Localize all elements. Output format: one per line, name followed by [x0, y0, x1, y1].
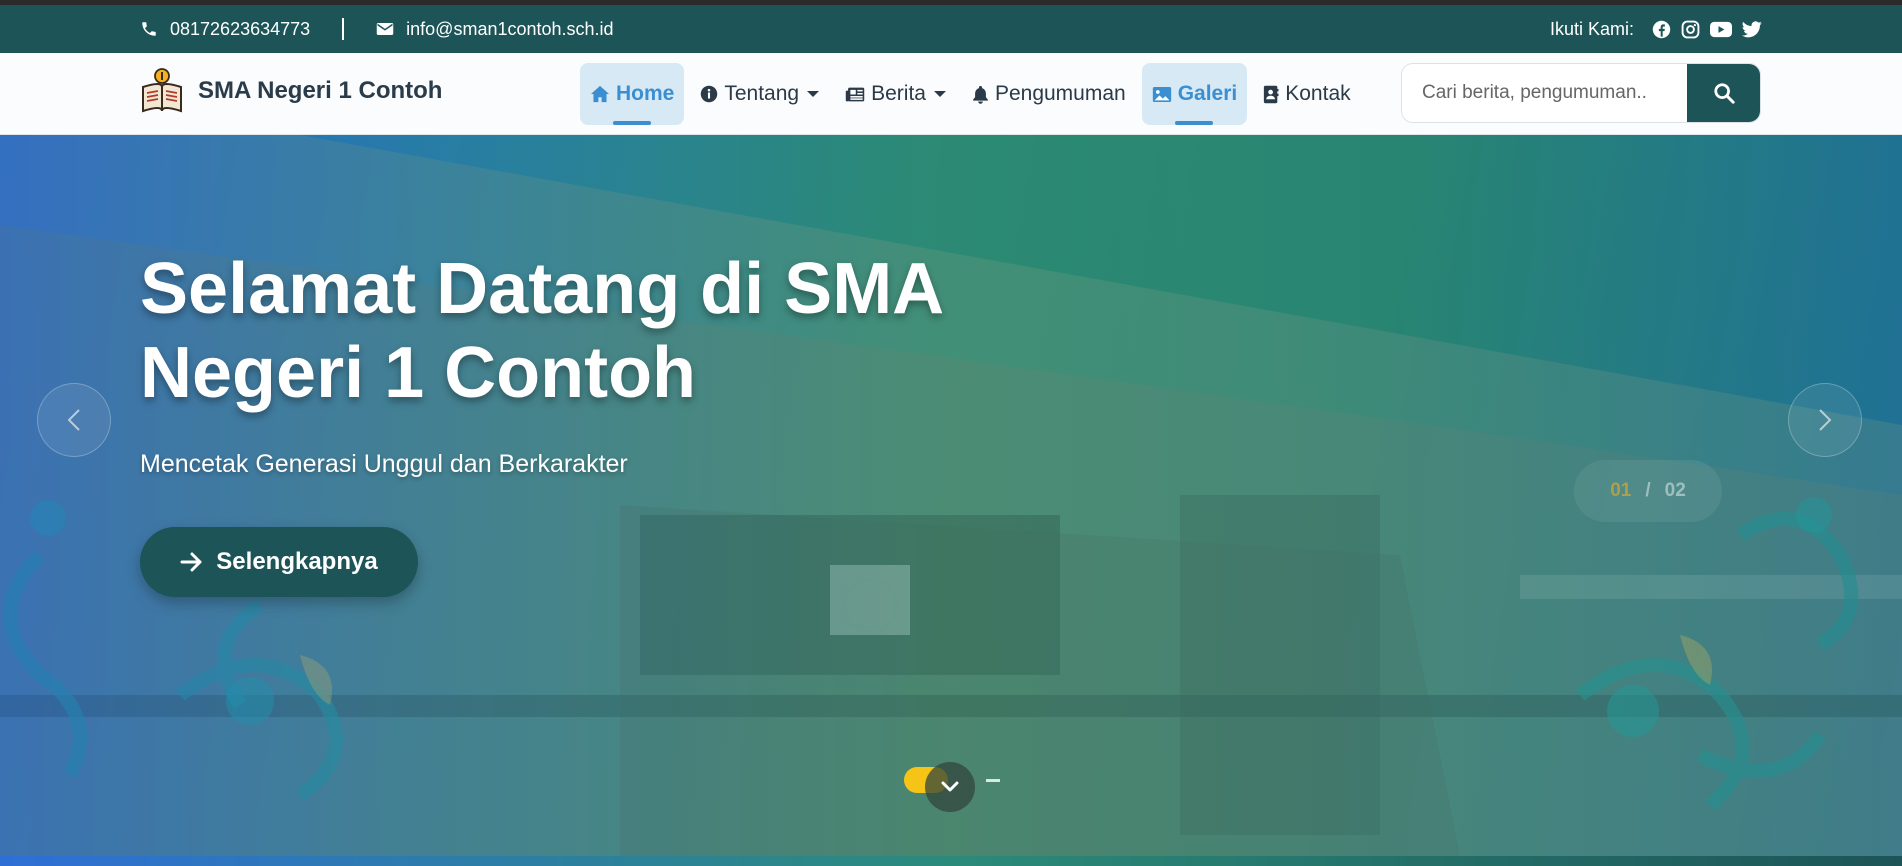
scroll-down-button[interactable]	[925, 762, 975, 812]
divider	[342, 18, 345, 40]
nav-item-tentang[interactable]: Tentang	[690, 63, 829, 125]
top-info-bar: 08172623634773 info@sman1contoh.sch.id I…	[0, 5, 1902, 53]
school-logo-icon	[140, 67, 184, 115]
search-button[interactable]	[1687, 64, 1760, 122]
search-input[interactable]	[1402, 64, 1687, 122]
brand-name: SMA Negeri 1 Contoh	[198, 77, 443, 104]
main-navbar: SMA Negeri 1 Contoh Home Tentang Berita	[0, 53, 1902, 135]
phone-number[interactable]: 08172623634773	[170, 19, 310, 40]
nav-item-galeri[interactable]: Galeri	[1141, 63, 1248, 125]
arrow-right-icon	[180, 552, 204, 572]
hero-title: Selamat Datang di SMA Negeri 1 Contoh	[140, 249, 942, 413]
nav-item-home[interactable]: Home	[580, 63, 685, 125]
slider-prev-button[interactable]	[37, 383, 111, 457]
nav-label-pengumuman: Pengumuman	[994, 82, 1126, 105]
nav-label-berita: Berita	[871, 82, 926, 105]
main-menu: Home Tentang Berita Pengumuman Galeri Ko…	[580, 63, 1361, 125]
slide-counter-total: 02	[1664, 480, 1686, 501]
read-more-label: Selengkapnya	[216, 548, 378, 575]
nav-label-kontak: Kontak	[1285, 82, 1351, 105]
search-icon	[1713, 82, 1735, 104]
nav-item-pengumuman[interactable]: Pengumuman	[962, 63, 1136, 125]
image-icon	[1152, 86, 1172, 103]
follow-label: Ikuti Kami:	[1549, 18, 1634, 39]
read-more-button[interactable]: Selengkapnya	[140, 527, 418, 597]
slider-next-button[interactable]	[1788, 383, 1862, 457]
nav-item-berita[interactable]: Berita	[835, 63, 956, 125]
nav-label-galeri: Galeri	[1177, 82, 1238, 105]
chevron-left-icon	[67, 408, 81, 432]
chevron-down-icon	[807, 91, 820, 97]
email-address[interactable]: info@sman1contoh.sch.id	[406, 19, 613, 40]
facebook-icon[interactable]	[1652, 20, 1671, 39]
brand-link[interactable]: SMA Negeri 1 Contoh	[140, 67, 442, 115]
chevron-right-icon	[1818, 408, 1832, 432]
hero-slider: Selamat Datang di SMA Negeri 1 Contoh Me…	[0, 135, 1902, 856]
chevron-down-icon	[941, 781, 959, 793]
search-form	[1401, 63, 1761, 123]
nav-label-tentang: Tentang	[724, 82, 800, 105]
slide-counter-current: 01	[1610, 480, 1632, 501]
slide-counter: 01 / 02	[1574, 460, 1722, 522]
newspaper-icon	[845, 86, 865, 103]
info-icon	[700, 85, 718, 103]
youtube-icon[interactable]	[1710, 21, 1732, 38]
nav-label-home: Home	[616, 82, 675, 105]
bottom-accent-strip	[0, 856, 1902, 866]
instagram-icon[interactable]	[1681, 20, 1700, 39]
hero-subtitle: Mencetak Generasi Unggul dan Berkarakter	[140, 450, 628, 478]
home-icon	[590, 85, 610, 103]
twitter-icon[interactable]	[1742, 20, 1762, 38]
slider-dot[interactable]	[986, 778, 1000, 782]
nav-item-kontak[interactable]: Kontak	[1253, 63, 1360, 125]
bell-icon	[972, 85, 989, 104]
chevron-down-icon	[933, 91, 946, 97]
envelope-icon	[376, 21, 394, 37]
phone-icon	[140, 20, 158, 38]
contact-book-icon	[1263, 85, 1279, 104]
slide-counter-separator: /	[1645, 480, 1651, 501]
